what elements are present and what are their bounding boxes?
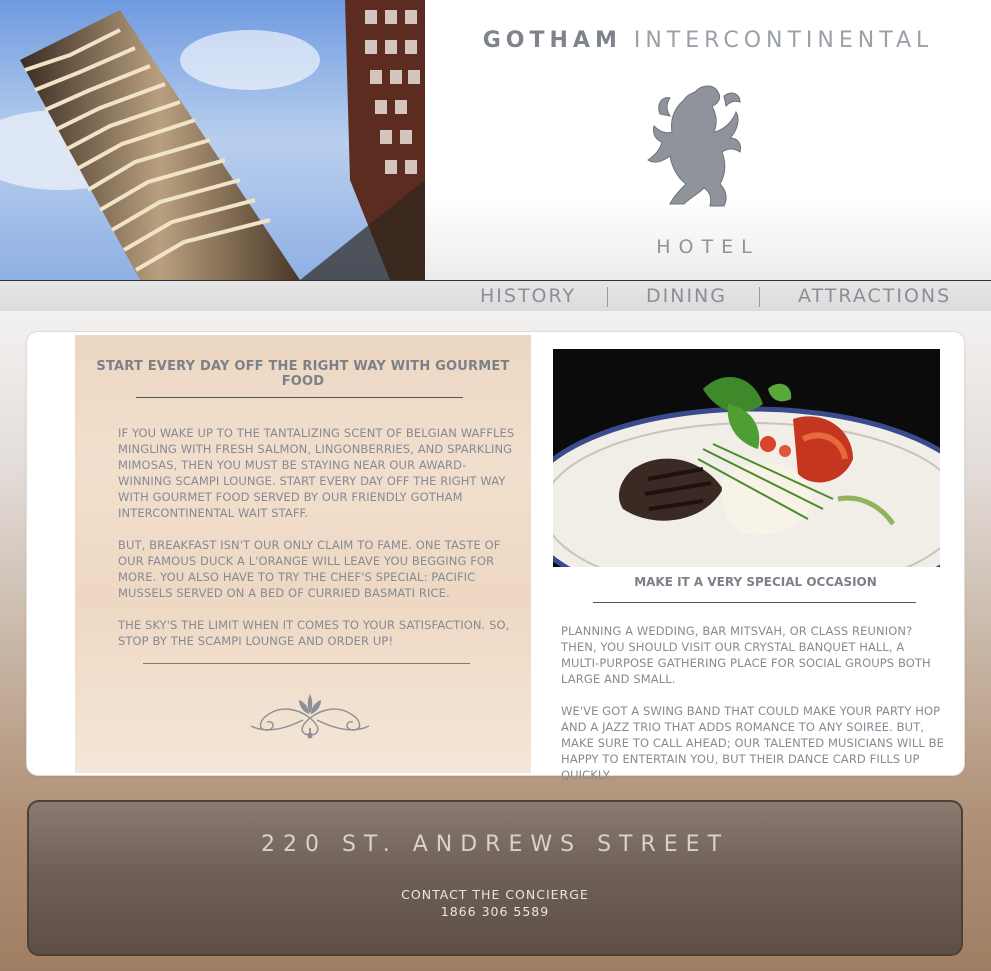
- hotel-building-photo: [0, 0, 425, 280]
- hotel-subtitle: HOTEL: [656, 236, 760, 258]
- divider: [593, 602, 916, 603]
- hotel-name-light: INTERCONTINENTAL: [633, 28, 934, 53]
- hotel-name: GOTHAM INTERCONTINENTAL: [425, 28, 991, 53]
- dining-paragraph: BUT, BREAKFAST ISN'T OUR ONLY CLAIM TO F…: [118, 538, 501, 600]
- occasion-paragraph: PLANNING A WEDDING, BAR MITSVAH, OR CLAS…: [561, 624, 931, 686]
- building-illustration: [0, 0, 425, 280]
- nav-item-dining[interactable]: DINING: [646, 285, 727, 307]
- ornament-flourish-icon: [250, 694, 370, 739]
- brand-header: GOTHAM INTERCONTINENTAL HOTEL: [425, 0, 991, 280]
- occasion-title: MAKE IT A VERY SPECIAL OCCASION: [634, 575, 877, 589]
- lion-rampant-icon: [647, 85, 741, 207]
- gourmet-dish-photo: [553, 349, 940, 567]
- concierge-phone[interactable]: 1866 306 5589: [29, 904, 961, 919]
- plated-food-illustration: [553, 349, 940, 567]
- dining-title: START EVERY DAY OFF THE RIGHT WAY WITH G…: [96, 359, 510, 389]
- divider: [143, 663, 470, 664]
- content-card: START EVERY DAY OFF THE RIGHT WAY WITH G…: [26, 331, 965, 782]
- dining-paragraph: IF YOU WAKE UP TO THE TANTALIZING SCENT …: [118, 426, 515, 520]
- dining-paragraph: THE SKY'S THE LIMIT WHEN IT COMES TO YOU…: [118, 618, 510, 648]
- main-navigation: HISTORY DINING ATTRACTIONS: [0, 280, 991, 311]
- footer-contact-box: 220 ST. ANDREWS STREET CONTACT THE CONCI…: [27, 800, 963, 956]
- nav-item-history[interactable]: HISTORY: [480, 285, 576, 307]
- divider: [136, 397, 463, 398]
- hotel-address: 220 ST. ANDREWS STREET: [260, 832, 730, 857]
- nav-separator: [607, 287, 608, 307]
- nav-item-attractions[interactable]: ATTRACTIONS: [798, 285, 951, 307]
- dining-panel: START EVERY DAY OFF THE RIGHT WAY WITH G…: [75, 335, 531, 773]
- hotel-name-strong: GOTHAM: [482, 28, 622, 53]
- occasion-paragraph: WE'VE GOT A SWING BAND THAT COULD MAKE Y…: [561, 704, 944, 782]
- concierge-label: CONTACT THE CONCIERGE: [401, 887, 589, 902]
- nav-separator: [759, 287, 760, 307]
